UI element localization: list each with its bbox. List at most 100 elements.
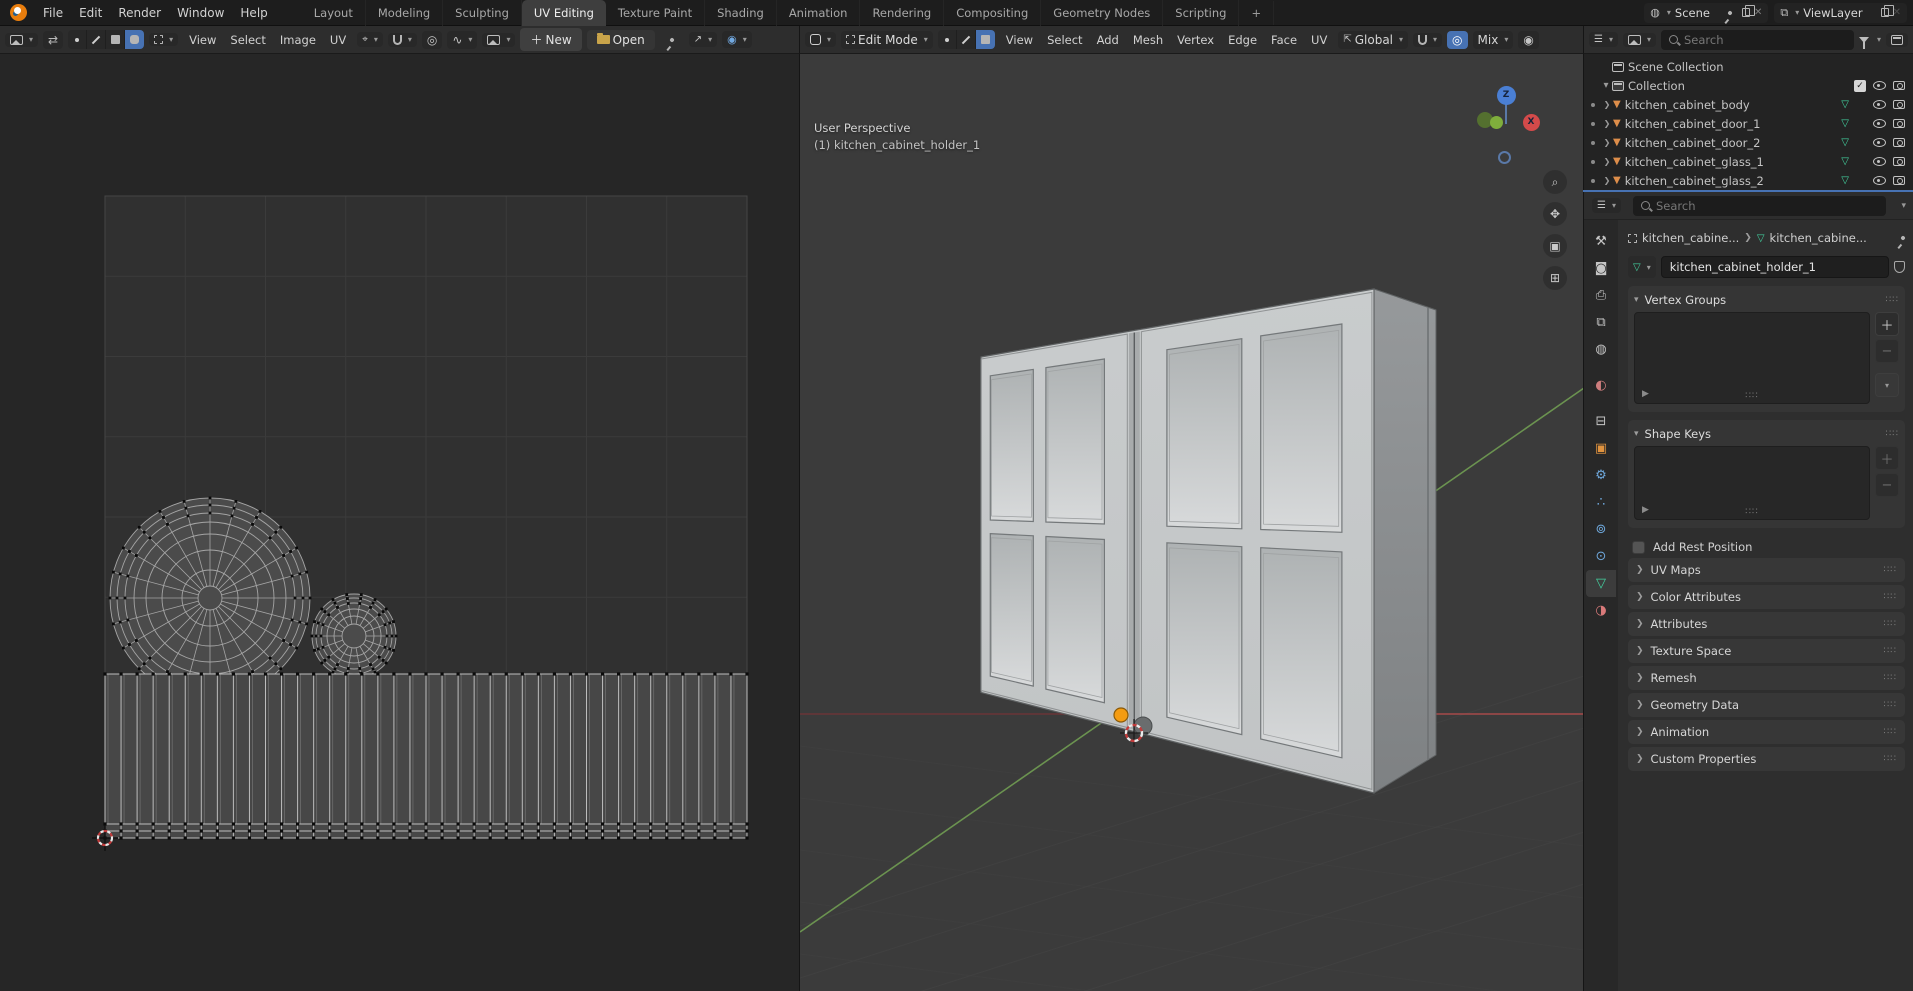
object-name[interactable]: kitchen_cabinet_door_1 xyxy=(1625,117,1761,131)
pivot-point-button[interactable]: ⌖ ▾ xyxy=(357,32,383,47)
add-workspace-button[interactable]: + xyxy=(1239,0,1275,25)
expand-icon[interactable]: ❯ xyxy=(1601,176,1613,185)
shape-keys-list[interactable]: ▶ ∷∷ xyxy=(1634,446,1870,520)
shading-mode-solid-button[interactable]: ◉ xyxy=(1518,30,1539,49)
resize-grip-icon[interactable]: ∷∷ xyxy=(1745,507,1758,517)
outliner-row-collection[interactable]: ▾ Collection ✓ xyxy=(1584,76,1913,95)
remove-vertex-group-button[interactable]: − xyxy=(1875,339,1899,363)
overlays-button[interactable]: ◉ ▾ xyxy=(722,31,752,48)
vertex-groups-list[interactable]: ▶ ∷∷ xyxy=(1634,312,1870,404)
add-rest-position-checkbox[interactable] xyxy=(1632,540,1645,554)
workspace-tab-uv-editing[interactable]: UV Editing xyxy=(521,0,606,26)
copy-icon[interactable] xyxy=(1741,5,1755,17)
drag-grip-icon[interactable]: ∷∷ xyxy=(1884,619,1897,629)
disable-render-icon[interactable] xyxy=(1893,81,1905,90)
uv-menu-image[interactable]: Image xyxy=(274,30,322,50)
properties-tab-particles[interactable]: ∴ xyxy=(1586,489,1616,516)
section-remesh[interactable]: ❯ Remesh ∷∷ xyxy=(1628,666,1905,690)
vertex-group-specials-button[interactable]: ▾ xyxy=(1875,373,1899,397)
disable-render-icon[interactable] xyxy=(1893,100,1905,109)
new-image-button[interactable]: ＋ New xyxy=(520,28,582,51)
disable-render-icon[interactable] xyxy=(1893,138,1905,147)
uv-menu-uv[interactable]: UV xyxy=(324,30,352,50)
filter-icon[interactable] xyxy=(1858,36,1869,49)
section-animation[interactable]: ❯ Animation ∷∷ xyxy=(1628,720,1905,744)
properties-editor-type-button[interactable]: ☰ ▾ xyxy=(1592,198,1621,213)
hide-viewport-icon[interactable] xyxy=(1873,157,1886,166)
outliner-search[interactable] xyxy=(1661,29,1854,50)
workspace-tab-geometry-nodes[interactable]: Geometry Nodes xyxy=(1041,0,1164,26)
remove-shape-key-button[interactable]: − xyxy=(1875,473,1899,497)
workspace-tab-sculpting[interactable]: Sculpting xyxy=(443,0,522,26)
outliner-row-object[interactable]: ❯ ▼ kitchen_cabinet_door_2 ▽ xyxy=(1584,133,1913,152)
view-layer-selector[interactable]: ⧉ ▾ ViewLayer ✕ xyxy=(1774,2,1907,23)
properties-region[interactable]: ☰▾ ▾ ⚒◙⎙⧉◍◐⊟▣⚙∴⊚⊙▽◑ kitchen_cabine... ❯ … xyxy=(1583,192,1913,991)
resize-grip-icon[interactable]: ∷∷ xyxy=(1745,391,1758,401)
workspace-tab-texture-paint[interactable]: Texture Paint xyxy=(606,0,706,26)
viewport-menu-mesh[interactable]: Mesh xyxy=(1127,30,1169,50)
hide-viewport-icon[interactable] xyxy=(1873,138,1886,147)
image-browse-button[interactable]: ▾ xyxy=(482,32,516,47)
object-name[interactable]: kitchen_cabinet_glass_2 xyxy=(1625,174,1764,188)
disable-render-icon[interactable] xyxy=(1893,157,1905,166)
collapse-icon[interactable]: ▾ xyxy=(1634,429,1639,439)
object-name[interactable]: kitchen_cabinet_glass_1 xyxy=(1625,155,1764,169)
gizmo-y-axis-handle[interactable] xyxy=(1489,115,1503,129)
drag-grip-icon[interactable]: ∷∷ xyxy=(1884,700,1897,710)
properties-search[interactable] xyxy=(1632,195,1887,216)
properties-tab-object[interactable]: ▣ xyxy=(1586,435,1616,462)
outliner-row-object[interactable]: ❯ ▼ kitchen_cabinet_body ▽ xyxy=(1584,95,1913,114)
drag-grip-icon[interactable]: ∷∷ xyxy=(1884,673,1897,683)
outliner-row-object[interactable]: ❯ ▼ kitchen_cabinet_glass_2 ▽ xyxy=(1584,171,1913,190)
proportional-editing-toggle[interactable]: ◎ xyxy=(421,30,443,49)
proportional-falloff-button[interactable]: ∿ ▾ xyxy=(447,30,478,49)
hide-viewport-icon[interactable] xyxy=(1873,176,1886,185)
viewport-menu-select[interactable]: Select xyxy=(1041,30,1088,50)
close-icon[interactable]: ✕ xyxy=(1893,7,1901,18)
expand-icon[interactable]: ❯ xyxy=(1601,119,1613,128)
properties-tab-collection[interactable]: ⊟ xyxy=(1586,408,1616,435)
breadcrumb-data[interactable]: kitchen_cabine... xyxy=(1770,231,1867,245)
pan-icon[interactable]: ✥ xyxy=(1543,202,1567,226)
pin-icon[interactable] xyxy=(1727,9,1733,16)
properties-tab-modifiers[interactable]: ⚙ xyxy=(1586,462,1616,489)
gizmo-x-axis-handle[interactable]: X xyxy=(1522,113,1540,131)
filter-expand-icon[interactable]: ▶ xyxy=(1642,505,1649,515)
viewport-menu-face[interactable]: Face xyxy=(1265,30,1303,50)
collapse-icon[interactable]: ▾ xyxy=(1600,80,1612,91)
menu-window[interactable]: Window xyxy=(169,3,232,23)
workspace-tab-layout[interactable]: Layout xyxy=(302,0,366,26)
breadcrumb-object[interactable]: kitchen_cabine... xyxy=(1642,231,1739,245)
outliner-region[interactable]: Scene Collection ▾ Collection ✓ ❯ ▼ kitchen_ca… xyxy=(1583,54,1913,192)
viewport-menu-edge[interactable]: Edge xyxy=(1222,30,1263,50)
drag-grip-icon[interactable]: ∷∷ xyxy=(1884,592,1897,602)
copy-icon[interactable] xyxy=(1880,5,1894,17)
outliner-row-object[interactable]: ❯ ▼ kitchen_cabinet_glass_1 ▽ xyxy=(1584,152,1913,171)
menu-help[interactable]: Help xyxy=(232,3,275,23)
collapse-icon[interactable]: ▾ xyxy=(1634,295,1639,305)
fake-user-shield-icon[interactable] xyxy=(1894,261,1905,273)
outliner-display-mode-button[interactable]: ☰ ▾ xyxy=(1589,32,1618,47)
section-geometry-data[interactable]: ❯ Geometry Data ∷∷ xyxy=(1628,693,1905,717)
pin-image-icon[interactable] xyxy=(668,36,675,43)
viewport-menu-add[interactable]: Add xyxy=(1091,30,1125,50)
proportional-editing-toggle[interactable]: ◎ xyxy=(1447,30,1468,49)
expand-icon[interactable]: ❯ xyxy=(1601,100,1613,109)
transform-orientation-button[interactable]: ⇱ Global ▾ xyxy=(1338,30,1409,49)
workspace-tab-compositing[interactable]: Compositing xyxy=(944,0,1042,26)
uv-menu-select[interactable]: Select xyxy=(224,30,271,50)
workspace-tab-animation[interactable]: Animation xyxy=(777,0,861,26)
properties-tab-world[interactable]: ◐ xyxy=(1586,372,1616,399)
section-color-attributes[interactable]: ❯ Color Attributes ∷∷ xyxy=(1628,585,1905,609)
proportional-falloff-button[interactable]: Mix ▾ xyxy=(1472,30,1514,49)
mesh-name-field[interactable] xyxy=(1660,256,1889,278)
workspace-tab-rendering[interactable]: Rendering xyxy=(860,0,945,26)
mesh-select-mode-face[interactable] xyxy=(975,30,995,49)
drag-grip-icon[interactable]: ∷∷ xyxy=(1884,754,1897,764)
uv-select-mode-vertex[interactable] xyxy=(68,30,88,49)
outliner-row-object[interactable]: ❯ ▼ kitchen_cabinet_door_1 ▽ xyxy=(1584,114,1913,133)
section-uv-maps[interactable]: ❯ UV Maps ∷∷ xyxy=(1628,558,1905,582)
editor-type-button[interactable]: ▾ xyxy=(5,32,39,47)
gizmos-button[interactable]: ↗ ▾ xyxy=(688,32,718,47)
viewport-menu-view[interactable]: View xyxy=(1000,30,1039,50)
